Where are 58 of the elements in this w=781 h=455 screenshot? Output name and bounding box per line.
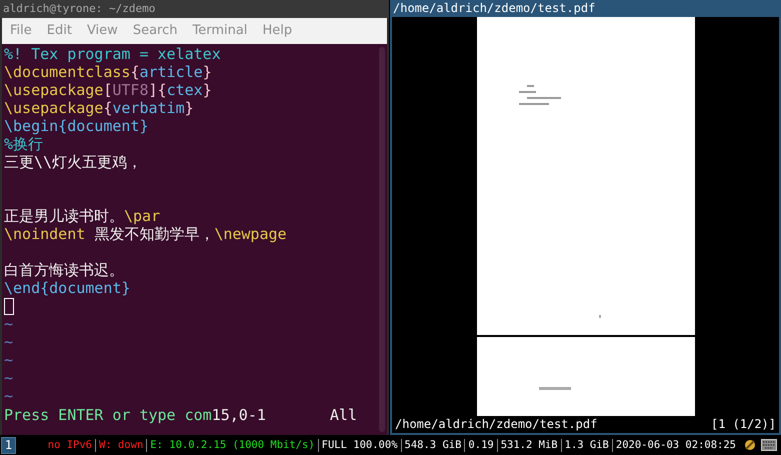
status-item: FULL 100.00% <box>318 438 401 452</box>
comment-text: %! Tex program = xelatex <box>4 45 221 63</box>
page-number-mark <box>598 315 600 318</box>
page-indicator: [1 (1/2)] <box>710 416 776 433</box>
command-text: \usepackage <box>4 81 104 99</box>
menu-item[interactable]: Search <box>132 21 178 41</box>
menu-item[interactable]: Help <box>262 21 292 41</box>
workspace-button[interactable]: 1 <box>1 436 16 454</box>
body-text: 白首方悔读书迟。 <box>4 261 124 279</box>
brace-text: ]{ <box>148 81 167 99</box>
status-item: no IPv6 <box>46 438 94 452</box>
empty-line-marker: ~ <box>4 315 14 333</box>
command-text: \noindent <box>4 225 86 243</box>
menu-item[interactable]: View <box>86 21 118 41</box>
comment-text: %换行 <box>4 135 44 153</box>
status-item: 0.19 <box>464 438 497 452</box>
status-item: W: down <box>95 438 146 452</box>
argument-text: verbatim <box>112 99 185 117</box>
brace-text: { <box>130 63 140 81</box>
menu-item[interactable]: Edit <box>46 21 72 41</box>
body-text: 三更\\灯火五更鸡， <box>4 153 142 171</box>
command-text: \newpage <box>214 225 287 243</box>
brace-text: } <box>184 99 194 117</box>
empty-line-marker: ~ <box>4 387 14 405</box>
body-text: 黑发不知勤学早， <box>93 225 214 243</box>
status-message: Press ENTER or type com <box>4 406 212 424</box>
text-cursor <box>4 298 14 314</box>
status-item: E: 10.0.2.15 (1000 Mbit/s) <box>146 438 318 452</box>
keyboard-icon[interactable] <box>761 439 777 451</box>
status-item: 548.3 GiB <box>400 438 464 452</box>
scroll-position: All <box>330 406 357 424</box>
window-title: /home/aldrich/zdemo/test.pdf <box>392 0 596 17</box>
brace-text: [ <box>103 81 112 99</box>
command-text: \par <box>124 207 160 225</box>
empty-line-marker: ~ <box>4 369 14 387</box>
text-line-drawing <box>538 387 570 390</box>
brace-text: { <box>103 99 112 117</box>
body-text: 正是男儿读书时。 <box>4 207 124 225</box>
menu-item[interactable]: Terminal <box>192 21 248 41</box>
environment-text: \end{document} <box>4 279 130 297</box>
status-item: 531.2 MiB <box>496 438 561 452</box>
argument-text: article <box>139 63 203 81</box>
empty-line-marker: ~ <box>4 333 14 351</box>
empty-line-marker: ~ <box>4 351 14 369</box>
file-path: /home/aldrich/zdemo/test.pdf <box>395 416 598 433</box>
window-title: aldrich@tyrone: ~/zdemo <box>0 0 389 18</box>
tray-icon[interactable] <box>743 438 757 452</box>
brace-text: } <box>202 81 212 99</box>
environment-text: \begin{document} <box>4 117 148 135</box>
menu-item[interactable]: File <box>10 21 32 41</box>
brace-text: } <box>202 63 212 81</box>
option-text: UTF8 <box>112 81 148 99</box>
status-item: 1.3 GiB <box>560 438 612 452</box>
command-text: \documentclass <box>4 63 130 81</box>
argument-text: ctex <box>166 81 203 99</box>
command-text: \usepackage <box>4 99 104 117</box>
cursor-position: 15,0-1 <box>212 406 266 424</box>
status-item: 2020-06-03 02:08:25 <box>612 438 739 452</box>
